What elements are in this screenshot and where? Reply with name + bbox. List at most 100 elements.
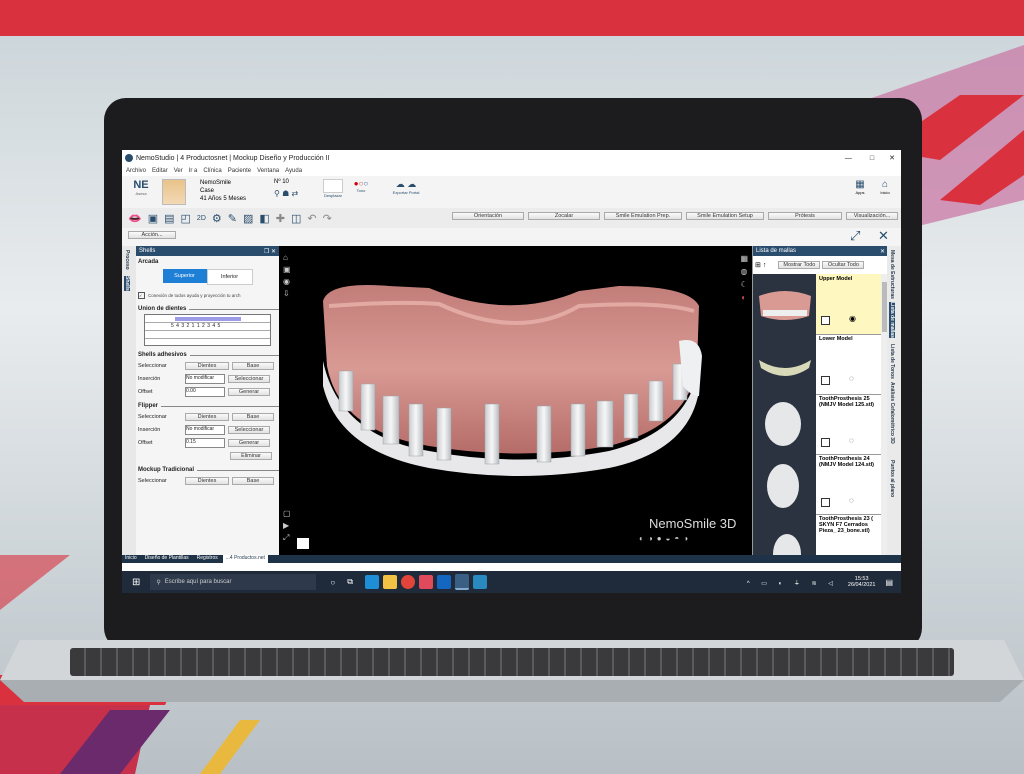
view-bottom-icon[interactable]: ◓: [674, 534, 683, 543]
flipper-generar-button[interactable]: Generar: [228, 439, 270, 447]
fullscreen-icon[interactable]: ⤢: [283, 532, 291, 544]
file-explorer-icon[interactable]: [382, 575, 397, 589]
close-window-button[interactable]: ✕: [889, 154, 895, 162]
smile-emulation-prep-button[interactable]: Smile Emulation Prep.: [604, 212, 682, 220]
globe-icon[interactable]: ◉: [283, 276, 291, 288]
tab-lista-mallas[interactable]: Lista de mallas: [889, 302, 895, 338]
search-icon[interactable]: ⚲: [274, 189, 280, 198]
snowflake-app-icon[interactable]: [472, 575, 487, 589]
visualizacion-button[interactable]: Visualización...: [846, 212, 898, 220]
mesh-list-close-icon[interactable]: ✕: [880, 248, 885, 255]
view-right-icon[interactable]: ◑: [683, 534, 692, 543]
edge-icon[interactable]: [364, 575, 379, 589]
mostrar-todo-button[interactable]: Mostrar Todo: [778, 261, 821, 269]
tab-lista-tonos[interactable]: Lista de Tonos: [889, 344, 895, 379]
doc-tab-diseno[interactable]: Diseño de Plantillas: [142, 555, 192, 563]
menu-ventana[interactable]: Ventana: [257, 168, 279, 174]
close-panel-icon[interactable]: ✕: [878, 228, 889, 244]
sort-up-icon[interactable]: ↑: [763, 262, 767, 269]
lower-visible-checkbox[interactable]: [821, 376, 830, 385]
cortana-icon[interactable]: ○: [330, 578, 335, 587]
lower-eye-off-icon[interactable]: ◌: [849, 374, 854, 383]
tab-shells[interactable]: Shells: [124, 276, 130, 291]
panel-restore-icon[interactable]: ❐: [264, 249, 269, 255]
patient-initials-box[interactable]: NE Asesa: [128, 179, 154, 205]
doc-tab-registros[interactable]: Registros: [194, 555, 221, 563]
doc-tab-inicio[interactable]: Inicio: [122, 555, 140, 563]
panel-close-icon[interactable]: ✕: [271, 249, 276, 255]
mesh-item-tooth-23[interactable]: ToothProsthesis 23 ( SKYN F7 Cerrados Pi…: [753, 514, 881, 555]
windows-start-icon[interactable]: ⊞: [132, 577, 140, 588]
smile-emulation-setup-button[interactable]: Smile Emulation Setup: [686, 212, 764, 220]
offset-input[interactable]: 0.00: [185, 387, 225, 397]
cloud-upload-icon[interactable]: ☁: [396, 179, 405, 189]
notification-icon[interactable]: ▤: [885, 578, 893, 587]
users-icon[interactable]: ☗: [282, 189, 289, 198]
mesh-item-upper[interactable]: Upper Model ◉: [753, 274, 881, 335]
video-icon[interactable]: ▶: [283, 520, 291, 532]
camera-icon[interactable]: ⌂: [283, 252, 291, 264]
save-icon[interactable]: ▣: [148, 212, 158, 225]
paint-icon[interactable]: ✎: [228, 212, 237, 225]
task-view-icon[interactable]: ⧉: [347, 577, 353, 587]
view-front-icon[interactable]: ●: [657, 534, 666, 543]
menu-clinica[interactable]: Clínica: [203, 168, 221, 174]
mesh-item-lower[interactable]: Lower Model ◌: [753, 334, 881, 395]
sphere-icon[interactable]: ◍: [740, 265, 748, 278]
menu-ir-a[interactable]: Ir a: [189, 168, 198, 174]
superior-toggle[interactable]: Superior: [162, 269, 207, 283]
lips-small-icon[interactable]: ◖: [740, 291, 748, 304]
layout-icon[interactable]: ◫: [291, 212, 301, 225]
3d-viewport[interactable]: NemoSmile 3D A ⌂ ▣ ◉ ⇩ ▦ ◍ ☾ ◖ ◐◑●◒◓◑ ▢ …: [279, 246, 752, 555]
view-left-icon[interactable]: ◐: [639, 534, 648, 543]
maximize-button[interactable]: □: [870, 155, 874, 162]
color-icon[interactable]: ◧: [259, 212, 269, 225]
mockup-dientes-button[interactable]: Dientes: [185, 477, 229, 485]
flipper-offset-input[interactable]: 0.15: [185, 438, 225, 448]
upper-visible-checkbox[interactable]: [821, 316, 830, 325]
union-grid[interactable]: 5 4 3 2 1 1 2 3 4 5: [144, 314, 271, 346]
snapshot-icon[interactable]: ▢: [283, 508, 291, 520]
insercion-select[interactable]: No modificar: [185, 374, 225, 384]
generar-button[interactable]: Generar: [228, 388, 270, 396]
doc-tab-productos[interactable]: ...4 Productos.net: [222, 555, 268, 563]
tooth-25-checkbox[interactable]: [821, 438, 830, 447]
tooth-24-eye-off-icon[interactable]: ◌: [849, 496, 854, 505]
2d-view-icon[interactable]: 2D: [197, 215, 206, 222]
flipper-dientes-button[interactable]: Dientes: [185, 413, 229, 421]
ocultar-todo-button[interactable]: Ocultar Todo: [822, 261, 865, 269]
tab-puntos-plano[interactable]: Puntos al plano: [889, 460, 895, 497]
inferior-toggle[interactable]: Inferior: [206, 269, 253, 285]
menu-ver[interactable]: Ver: [174, 168, 183, 174]
flipper-base-button[interactable]: Base: [232, 413, 274, 421]
view-front-left-icon[interactable]: ◑: [648, 534, 657, 543]
export-icon[interactable]: ⇩: [283, 288, 291, 300]
desplazar-tool[interactable]: Desplazar: [322, 179, 344, 203]
lips-icon[interactable]: 👄: [128, 212, 142, 225]
teeth-icon[interactable]: ⚙: [212, 212, 222, 225]
minimize-button[interactable]: —: [845, 155, 852, 162]
outlook-icon[interactable]: [436, 575, 451, 589]
system-tray-icons[interactable]: ^ ▭ ◐ ⏚ ≋ ◁: [747, 578, 838, 587]
paint-app-icon[interactable]: [418, 575, 433, 589]
tab-analisis-cefalometrico[interactable]: Análisis Cefalométrico 3D: [889, 382, 895, 444]
zocalar-button[interactable]: Zocalar: [528, 212, 600, 220]
upper-eye-icon[interactable]: ◉: [849, 314, 856, 323]
menu-archivo[interactable]: Archivo: [126, 168, 146, 174]
undo-icon[interactable]: ↶: [307, 212, 316, 225]
apps-button[interactable]: ▦ Apps: [850, 179, 870, 195]
flipper-seleccionar-button[interactable]: Seleccionar: [228, 426, 270, 434]
home-button[interactable]: ⌂ Inicio: [874, 179, 896, 195]
taskbar-search-box[interactable]: ⚲ Escribe aquí para buscar: [150, 574, 317, 590]
mesh-item-tooth-24[interactable]: ToothProsthesis 24 (NMJV Model 124.stl) …: [753, 454, 881, 515]
moon-icon[interactable]: ☾: [740, 278, 748, 291]
expand-icon[interactable]: ⤢: [850, 228, 860, 244]
image-icon[interactable]: ▨: [243, 212, 253, 225]
tooth-24-checkbox[interactable]: [821, 498, 830, 507]
crosshair-icon[interactable]: ✚: [276, 212, 285, 225]
nemo-app-icon[interactable]: [454, 574, 469, 590]
seleccionar-button[interactable]: Seleccionar: [228, 375, 270, 383]
frame-icon[interactable]: ◰: [181, 212, 191, 225]
tab-proceso[interactable]: Proceso: [124, 250, 130, 270]
eliminar-button[interactable]: Eliminar: [230, 452, 272, 460]
